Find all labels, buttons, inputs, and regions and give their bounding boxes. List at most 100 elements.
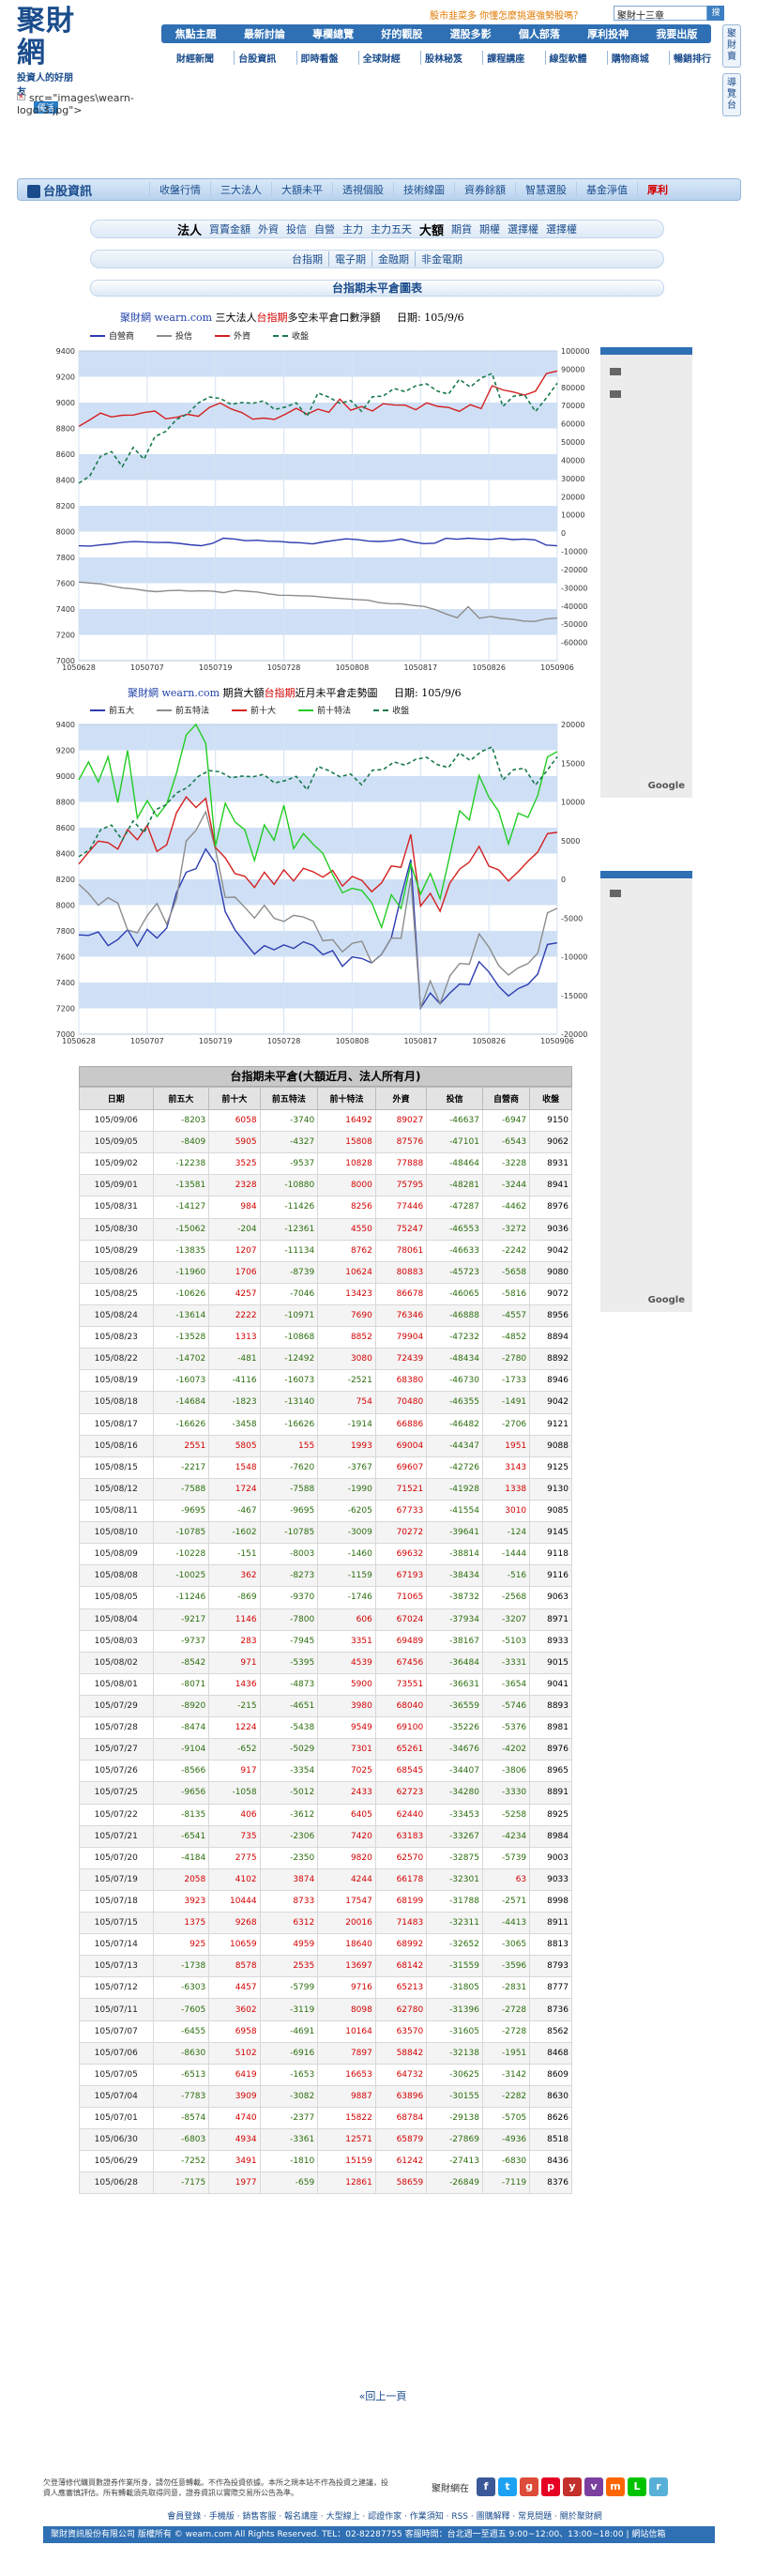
table-cell: -4873 <box>259 1672 319 1696</box>
section-nav-item[interactable]: 基金淨值 <box>576 182 637 197</box>
right-bar-shop[interactable]: 聚財賣 <box>722 24 741 68</box>
social-icon[interactable]: t <box>498 2477 517 2496</box>
footer-disclaimer: 欠登薄修代購買數證券作業所身，請勿任意轉載。不作為投資依據。本所之規本站不作為投… <box>43 2478 388 2497</box>
x-tick-label: 1050628 <box>62 663 96 672</box>
sub-nav-item[interactable]: 購物商城 <box>606 50 649 65</box>
section-nav-item[interactable]: 透視個股 <box>332 182 393 197</box>
social-icon[interactable]: p <box>541 2477 560 2496</box>
product-tab[interactable]: 台指期 <box>286 252 328 267</box>
sub-nav-item[interactable]: 線型軟體 <box>544 50 587 65</box>
table-cell: 8468 <box>529 2041 572 2065</box>
social-icon[interactable]: y <box>563 2477 582 2496</box>
top-nav-item[interactable]: 厚利投神 <box>587 26 629 41</box>
y-tick-label: 9000 <box>56 399 75 407</box>
filter-item[interactable]: 自營 <box>311 221 339 236</box>
filter-item-active[interactable]: 大額 <box>416 221 447 238</box>
footer-copyright: 聚財資訊股份有限公司 版權所有 © wearn.com All Rights R… <box>43 2526 715 2543</box>
top-nav-item[interactable]: 專欄總覽 <box>312 26 354 41</box>
right-bar-guide[interactable]: 導覽台 <box>722 73 741 116</box>
y2-tick-label: 20000 <box>561 721 584 729</box>
search-button[interactable]: 搜 <box>707 6 724 21</box>
table-cell: -31396 <box>426 1998 483 2021</box>
chart2-date: 105/9/6 <box>421 687 462 699</box>
sub-nav-item[interactable]: 即時看盤 <box>296 50 339 65</box>
top-nav-item[interactable]: 我要出版 <box>656 26 697 41</box>
chart-band <box>79 956 557 983</box>
product-tab[interactable]: 電子期 <box>328 252 371 267</box>
table-cell: 3080 <box>317 1348 376 1371</box>
table-cell: 3602 <box>208 1998 261 2021</box>
site-logo[interactable]: 聚財網 投資人的好朋友 優活 <box>17 6 81 114</box>
filter-item[interactable]: 期貨 <box>447 221 476 236</box>
section-nav-item[interactable]: 大額未平 <box>271 182 332 197</box>
top-nav-item[interactable]: 選股多影 <box>450 26 492 41</box>
filter-item[interactable]: 選擇權 <box>504 221 542 236</box>
top-nav-item[interactable]: 最新討論 <box>244 26 285 41</box>
table-cell: -47232 <box>426 1326 483 1349</box>
filter-item[interactable]: 買賣金額 <box>205 221 254 236</box>
social-icon[interactable]: g <box>520 2477 538 2496</box>
table-cell: -2217 <box>152 1456 210 1479</box>
table-cell: -6455 <box>152 2020 210 2043</box>
table-header-row: 日期 前五大 前十大 前五特法 前十特法 外資 投信 自營商 收盤 <box>79 1087 572 1110</box>
table-cell: 105/08/12 <box>79 1477 154 1501</box>
table-cell: 8981 <box>529 1716 572 1740</box>
table-cell: 10659 <box>208 1933 261 1957</box>
table-cell: -1738 <box>152 1955 210 1978</box>
section-nav-item[interactable]: 智慧選股 <box>515 182 576 197</box>
filter-item[interactable]: 主力 <box>339 221 367 236</box>
sub-nav-item[interactable]: 課程講座 <box>482 50 524 65</box>
social-icon[interactable]: f <box>477 2477 495 2496</box>
table-cell: -9217 <box>152 1608 210 1631</box>
sub-nav-item[interactable]: 全球財經 <box>357 50 401 65</box>
social-icon[interactable]: v <box>584 2477 603 2496</box>
section-nav-item[interactable]: 收盤行情 <box>149 182 210 197</box>
filter-item[interactable]: 外資 <box>254 221 282 236</box>
social-icon[interactable]: m <box>606 2477 625 2496</box>
table-cell: 5102 <box>208 2041 261 2065</box>
mail-icon[interactable] <box>610 390 621 398</box>
mail-icon[interactable] <box>610 368 621 375</box>
search-input[interactable]: 聚財十三章 <box>614 6 707 22</box>
chart1-heading: 聚財網 wearn.com 三大法人台指期多空未平倉口數淨額 日期: 105/9… <box>120 310 464 325</box>
sub-nav-item[interactable]: 暢銷排行 <box>669 50 711 65</box>
sub-nav-item[interactable]: 台股資訊 <box>234 50 276 65</box>
table-cell: -7046 <box>259 1282 319 1305</box>
filter-item[interactable]: 選擇權 <box>542 221 581 236</box>
social-icon[interactable]: L <box>628 2477 646 2496</box>
section-nav-item[interactable]: 三大法人 <box>210 182 271 197</box>
section-title[interactable]: 台股資訊 <box>18 181 149 199</box>
section-nav-item[interactable]: 資券餘額 <box>454 182 515 197</box>
table-cell: 105/07/04 <box>79 2084 154 2109</box>
sub-nav-item[interactable]: 股林秘笈 <box>420 50 462 65</box>
y-tick-label: 9000 <box>56 772 75 781</box>
table-cell: -2282 <box>481 2084 531 2109</box>
back-link[interactable]: «回上一頁 <box>350 2388 416 2402</box>
x-tick-label: 1050707 <box>130 663 164 672</box>
top-nav-item[interactable]: 焦點主題 <box>175 26 217 41</box>
top-nav-item[interactable]: 個人部落 <box>519 26 560 41</box>
table-cell: 105/07/14 <box>79 1933 154 1957</box>
table-cell: 2535 <box>259 1955 319 1978</box>
table-cell: 4550 <box>317 1217 376 1241</box>
section-nav-item-hot[interactable]: 厚利 <box>637 182 677 197</box>
table-cell: 3874 <box>259 1867 319 1891</box>
filter-item[interactable]: 投信 <box>282 221 311 236</box>
table-cell: -13835 <box>152 1239 210 1262</box>
product-tab[interactable]: 金融期 <box>371 252 415 267</box>
filter-active-category[interactable]: 法人 <box>174 221 205 238</box>
filter-item[interactable]: 主力五天 <box>367 221 416 236</box>
table-cell: -10228 <box>152 1543 210 1566</box>
footer-links[interactable]: 會員登錄 ‧ 手機版 ‧ 銷售客服 ‧ 報名講座 ‧ 大型線上 ‧ 認證作家 ‧… <box>141 2509 629 2522</box>
top-nav-item[interactable]: 好的觀股 <box>381 26 422 41</box>
section-nav-item[interactable]: 技術線圖 <box>393 182 454 197</box>
sub-nav-item[interactable]: 財經新聞 <box>176 51 214 65</box>
promo-link[interactable]: 股市韭菜多 你懂怎麼挑選強勢股嗎？ <box>430 8 636 21</box>
social-icon[interactable]: r <box>649 2477 668 2496</box>
table-header-cell: 投信 <box>426 1087 483 1110</box>
filter-item[interactable]: 期權 <box>476 221 504 236</box>
mail-icon[interactable] <box>610 890 621 897</box>
table-cell: -12238 <box>152 1152 210 1176</box>
product-tab[interactable]: 非金電期 <box>415 252 468 267</box>
table-cell: 68545 <box>374 1760 428 1783</box>
